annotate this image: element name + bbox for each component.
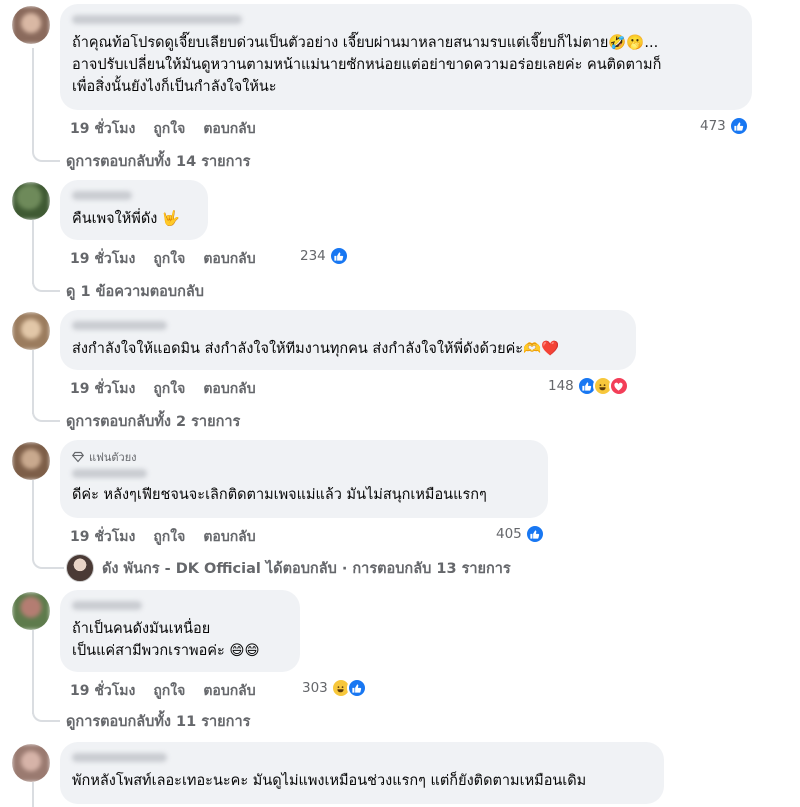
thread-elbow bbox=[32, 708, 60, 722]
love-icon bbox=[608, 376, 629, 396]
reaction-count: 473 bbox=[700, 118, 726, 134]
like-button[interactable]: ถูกใจ bbox=[153, 248, 185, 270]
view-replies-link[interactable]: ดูการตอบกลับทั้ง 2 รายการ bbox=[66, 410, 240, 433]
avatar[interactable] bbox=[12, 182, 50, 220]
thread-line bbox=[32, 630, 34, 714]
page-reply-text: ดัง พันกร - DK Official ได้ตอบกลับ · การ… bbox=[102, 560, 511, 577]
commenter-name[interactable] bbox=[72, 601, 142, 610]
reply-button[interactable]: ตอบกลับ bbox=[203, 118, 255, 140]
comment-bubble: ถ้าคุณท้อโปรดดูเจี๊ยบเลียบด่วนเป็นตัวอย่… bbox=[60, 4, 752, 110]
like-icon bbox=[328, 246, 349, 266]
timestamp[interactable]: 19 ชั่วโมง bbox=[70, 680, 135, 702]
timestamp[interactable]: 19 ชั่วโมง bbox=[70, 378, 135, 400]
comment-actions: 19 ชั่วโมง ถูกใจ ตอบกลับ bbox=[70, 526, 256, 548]
like-icon bbox=[346, 678, 367, 698]
reply-button[interactable]: ตอบกลับ bbox=[203, 248, 255, 270]
like-button[interactable]: ถูกใจ bbox=[153, 118, 185, 140]
page-avatar bbox=[66, 554, 94, 582]
thread-elbow bbox=[32, 278, 60, 292]
timestamp[interactable]: 19 ชั่วโมง bbox=[70, 526, 135, 548]
avatar[interactable] bbox=[12, 744, 50, 782]
commenter-name[interactable] bbox=[72, 191, 132, 200]
timestamp[interactable]: 19 ชั่วโมง bbox=[70, 118, 135, 140]
comment-bubble: ส่งกำลังใจให้แอดมิน ส่งกำลังใจให้ทีมงานท… bbox=[60, 310, 636, 370]
view-replies-link[interactable]: ดูการตอบกลับทั้ง 11 รายการ bbox=[66, 710, 250, 733]
comment-text: ถ้าคุณท้อโปรดดูเจี๊ยบเลียบด่วนเป็นตัวอย่… bbox=[72, 35, 662, 95]
page-reply-link[interactable]: ดัง พันกร - DK Official ได้ตอบกลับ · การ… bbox=[66, 554, 511, 582]
commenter-name[interactable] bbox=[72, 321, 167, 330]
comment-text: ดีค่ะ หลังๆเฟียชจนจะเลิกติดตามเพจแม่แล้ว… bbox=[72, 487, 487, 503]
thread-line bbox=[32, 782, 34, 807]
thread-elbow bbox=[32, 148, 60, 162]
comment-bubble: ถ้าเป็นคนดังมันเหนื่อย เป็นแค่สามีพวกเรา… bbox=[60, 590, 300, 672]
like-button[interactable]: ถูกใจ bbox=[153, 680, 185, 702]
comment-bubble: แฟนตัวยง ดีค่ะ หลังๆเฟียชจนจะเลิกติดตามเ… bbox=[60, 440, 548, 518]
comment-actions: 19 ชั่วโมง ถูกใจ ตอบกลับ bbox=[70, 248, 256, 270]
thread-line bbox=[32, 48, 34, 152]
badge-label: แฟนตัวยง bbox=[89, 451, 137, 464]
reply-button[interactable]: ตอบกลับ bbox=[203, 378, 255, 400]
comment-text: คืนเพจให้พี่ดัง 🤟 bbox=[72, 211, 180, 227]
reply-button[interactable]: ตอบกลับ bbox=[203, 526, 255, 548]
reaction-count: 303 bbox=[302, 680, 328, 696]
thread-elbow bbox=[32, 555, 64, 569]
reaction-count: 148 bbox=[548, 378, 574, 394]
like-button[interactable]: ถูกใจ bbox=[153, 526, 185, 548]
diamond-icon bbox=[72, 451, 84, 463]
like-icon bbox=[524, 524, 545, 544]
comment-actions: 19 ชั่วโมง ถูกใจ ตอบกลับ bbox=[70, 680, 256, 702]
thread-line bbox=[32, 480, 34, 560]
comment-bubble: พักหลังโพสท์เลอะเทอะนะคะ มันดูไม่แพงเหมื… bbox=[60, 742, 664, 804]
comment-text: ถ้าเป็นคนดังมันเหนื่อย เป็นแค่สามีพวกเรา… bbox=[72, 621, 260, 659]
thread-line bbox=[32, 350, 34, 414]
avatar[interactable] bbox=[12, 442, 50, 480]
reaction-summary[interactable]: 148 bbox=[548, 376, 629, 396]
comment-text: ส่งกำลังใจให้แอดมิน ส่งกำลังใจให้ทีมงานท… bbox=[72, 341, 560, 357]
avatar[interactable] bbox=[12, 6, 50, 44]
reply-button[interactable]: ตอบกลับ bbox=[203, 680, 255, 702]
thread-elbow bbox=[32, 408, 60, 422]
reaction-summary[interactable]: 405 bbox=[496, 524, 545, 544]
reaction-summary[interactable]: 473 bbox=[700, 116, 749, 136]
comment-bubble: คืนเพจให้พี่ดัง 🤟 bbox=[60, 180, 208, 240]
avatar[interactable] bbox=[12, 592, 50, 630]
top-fan-badge: แฟนตัวยง bbox=[72, 448, 536, 466]
view-replies-link[interactable]: ดู 1 ข้อความตอบกลับ bbox=[66, 280, 204, 303]
view-replies-link[interactable]: ดูการตอบกลับทั้ง 14 รายการ bbox=[66, 150, 250, 173]
comment-text: พักหลังโพสท์เลอะเทอะนะคะ มันดูไม่แพงเหมื… bbox=[72, 773, 587, 789]
avatar[interactable] bbox=[12, 312, 50, 350]
reaction-summary[interactable]: 303 bbox=[302, 678, 367, 698]
thread-line bbox=[32, 220, 34, 284]
timestamp[interactable]: 19 ชั่วโมง bbox=[70, 248, 135, 270]
reaction-count: 405 bbox=[496, 526, 522, 542]
commenter-name[interactable] bbox=[72, 753, 167, 762]
comment-actions: 19 ชั่วโมง ถูกใจ ตอบกลับ bbox=[70, 378, 256, 400]
reaction-summary[interactable]: 234 bbox=[300, 246, 349, 266]
like-icon bbox=[728, 116, 749, 136]
commenter-name[interactable] bbox=[72, 469, 147, 478]
commenter-name[interactable] bbox=[72, 15, 242, 24]
reaction-count: 234 bbox=[300, 248, 326, 264]
comment-actions: 19 ชั่วโมง ถูกใจ ตอบกลับ bbox=[70, 118, 256, 140]
like-button[interactable]: ถูกใจ bbox=[153, 378, 185, 400]
